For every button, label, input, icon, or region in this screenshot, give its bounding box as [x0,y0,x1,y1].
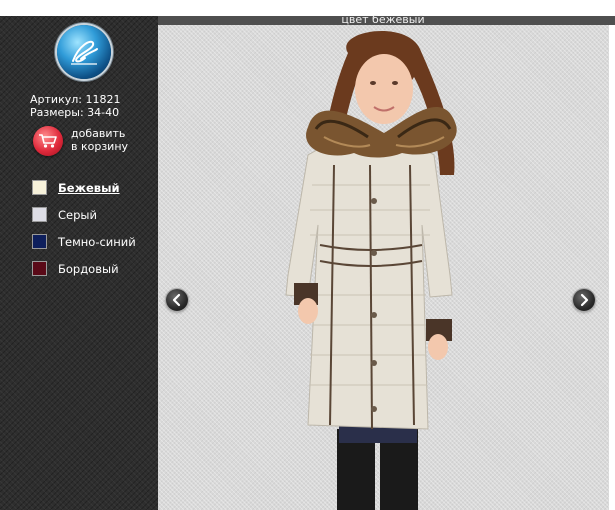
next-image-button[interactable] [573,289,595,311]
product-photo [285,31,457,510]
add-to-cart-label: добавить в корзину [71,127,128,153]
sidebar: Артикул: 11821 Размеры: 34-40 добавить в… [0,16,158,510]
color-option-burgundy[interactable]: Бордовый [32,261,152,288]
article-number: Артикул: 11821 [30,93,121,106]
color-list: Бежевый Серый Темно-синий Бордовый [32,180,152,288]
chevron-right-icon [580,293,589,307]
right-border [609,25,615,510]
color-label: Серый [58,208,97,222]
shopping-cart-icon [33,126,63,156]
previous-image-button[interactable] [166,289,188,311]
color-swatch [32,180,47,195]
color-swatch [32,234,47,249]
product-info: Артикул: 11821 Размеры: 34-40 [30,93,150,119]
color-option-navy[interactable]: Темно-синий [32,234,152,261]
color-label: Бежевый [58,181,120,195]
add-to-cart-line2: в корзину [71,140,129,153]
add-to-cart-line1: добавить [71,127,126,140]
color-label: Бордовый [58,262,119,276]
product-image-viewer [158,25,609,510]
chevron-left-icon [172,293,181,307]
color-swatch [32,261,47,276]
color-label: Темно-синий [58,235,136,249]
size-range: Размеры: 34-40 [30,106,120,119]
color-option-grey[interactable]: Серый [32,207,152,234]
color-swatch [32,207,47,222]
brand-logo-icon[interactable] [57,25,111,79]
add-to-cart-button[interactable]: добавить в корзину [33,126,153,166]
color-option-beige[interactable]: Бежевый [32,180,152,207]
